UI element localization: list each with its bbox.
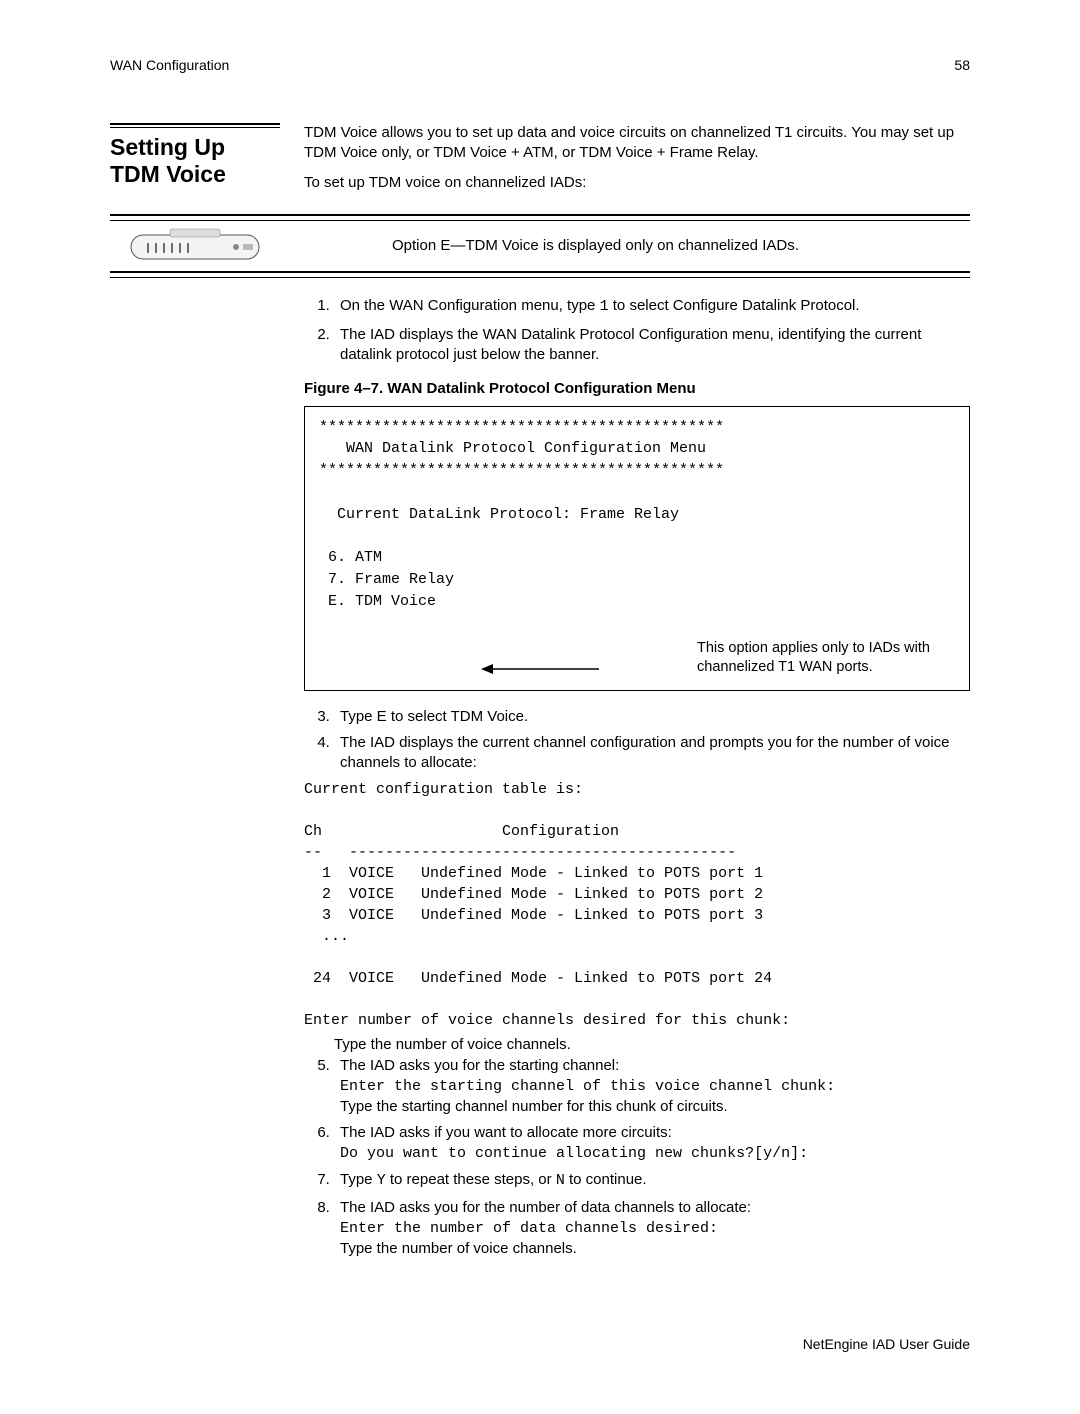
divider-top: [110, 214, 970, 216]
step-8-cmd: Enter the number of data channels desire…: [340, 1218, 970, 1239]
menu-annotation: This option applies only to IADs with ch…: [697, 639, 957, 678]
page-number: 58: [954, 56, 970, 75]
keypress-n: N: [556, 1172, 565, 1189]
steps-list-3: The IAD asks you for the starting channe…: [310, 1056, 970, 1260]
intro-paragraph-2: To set up TDM voice on channelized IADs:: [304, 173, 970, 193]
step-6: The IAD asks if you want to allocate mor…: [334, 1123, 970, 1164]
menu-box: ****************************************…: [304, 406, 970, 691]
step-4b: Type the number of voice channels.: [304, 1035, 970, 1055]
title-rule-top: [110, 123, 280, 125]
device-icon: [110, 227, 280, 265]
steps-list-1: On the WAN Configuration menu, type 1 to…: [310, 296, 970, 366]
step-8: The IAD asks you for the number of data …: [334, 1198, 970, 1260]
config-table: Current configuration table is: Ch Confi…: [304, 779, 970, 1031]
steps-list-2: Type E to select TDM Voice. The IAD disp…: [310, 707, 970, 774]
footer: NetEngine IAD User Guide: [110, 1335, 970, 1354]
step-5-cmd: Enter the starting channel of this voice…: [340, 1076, 970, 1097]
keypress-y: Y: [377, 1172, 386, 1189]
intro-paragraph-1: TDM Voice allows you to set up data and …: [304, 123, 970, 164]
header-left: WAN Configuration: [110, 56, 229, 75]
title-rule-thin: [110, 127, 280, 128]
step-6-cmd: Do you want to continue allocating new c…: [340, 1143, 970, 1164]
step-5: The IAD asks you for the starting channe…: [334, 1056, 970, 1118]
divider-bottom-thin: [110, 277, 970, 278]
step-2: The IAD displays the WAN Datalink Protoc…: [334, 325, 970, 366]
note-text: Option E—TDM Voice is displayed only on …: [304, 236, 970, 256]
step-4: The IAD displays the current channel con…: [334, 733, 970, 774]
step-1: On the WAN Configuration menu, type 1 to…: [334, 296, 970, 317]
step-7: Type Y to repeat these steps, or N to co…: [334, 1170, 970, 1191]
figure-caption: Figure 4–7. WAN Datalink Protocol Config…: [304, 379, 970, 399]
step-3: Type E to select TDM Voice.: [334, 707, 970, 727]
divider-bottom-top: [110, 271, 970, 273]
section-title: Setting Up TDM Voice: [110, 134, 280, 189]
keypress-1: 1: [600, 298, 609, 315]
arrow-icon: [481, 662, 599, 676]
page-header: WAN Configuration 58: [110, 56, 970, 75]
